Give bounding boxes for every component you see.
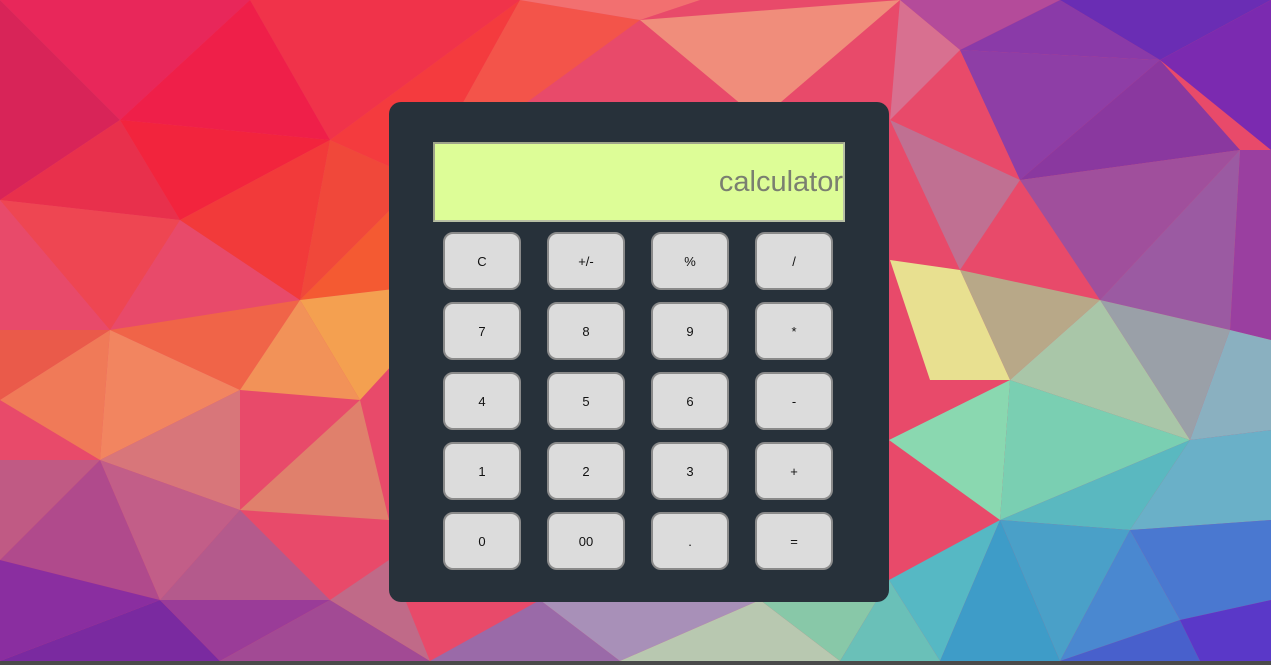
sign-toggle-button[interactable]: +/- [547, 232, 625, 290]
add-button[interactable]: + [755, 442, 833, 500]
percent-button[interactable]: % [651, 232, 729, 290]
digit-5-button[interactable]: 5 [547, 372, 625, 430]
digit-6-button[interactable]: 6 [651, 372, 729, 430]
digit-2-button[interactable]: 2 [547, 442, 625, 500]
decimal-point-button[interactable]: . [651, 512, 729, 570]
digit-7-button[interactable]: 7 [443, 302, 521, 360]
subtract-button[interactable]: - [755, 372, 833, 430]
bottom-bar [0, 661, 1271, 665]
multiply-button[interactable]: * [755, 302, 833, 360]
clear-button[interactable]: C [443, 232, 521, 290]
digit-3-button[interactable]: 3 [651, 442, 729, 500]
digit-1-button[interactable]: 1 [443, 442, 521, 500]
calculator-display[interactable] [433, 142, 845, 222]
double-zero-button[interactable]: 00 [547, 512, 625, 570]
digit-8-button[interactable]: 8 [547, 302, 625, 360]
calculator: C +/- % / 7 8 9 * 4 5 6 - 1 2 3 + 0 00 .… [389, 102, 889, 602]
digit-9-button[interactable]: 9 [651, 302, 729, 360]
digit-4-button[interactable]: 4 [443, 372, 521, 430]
digit-0-button[interactable]: 0 [443, 512, 521, 570]
equals-button[interactable]: = [755, 512, 833, 570]
divide-button[interactable]: / [755, 232, 833, 290]
